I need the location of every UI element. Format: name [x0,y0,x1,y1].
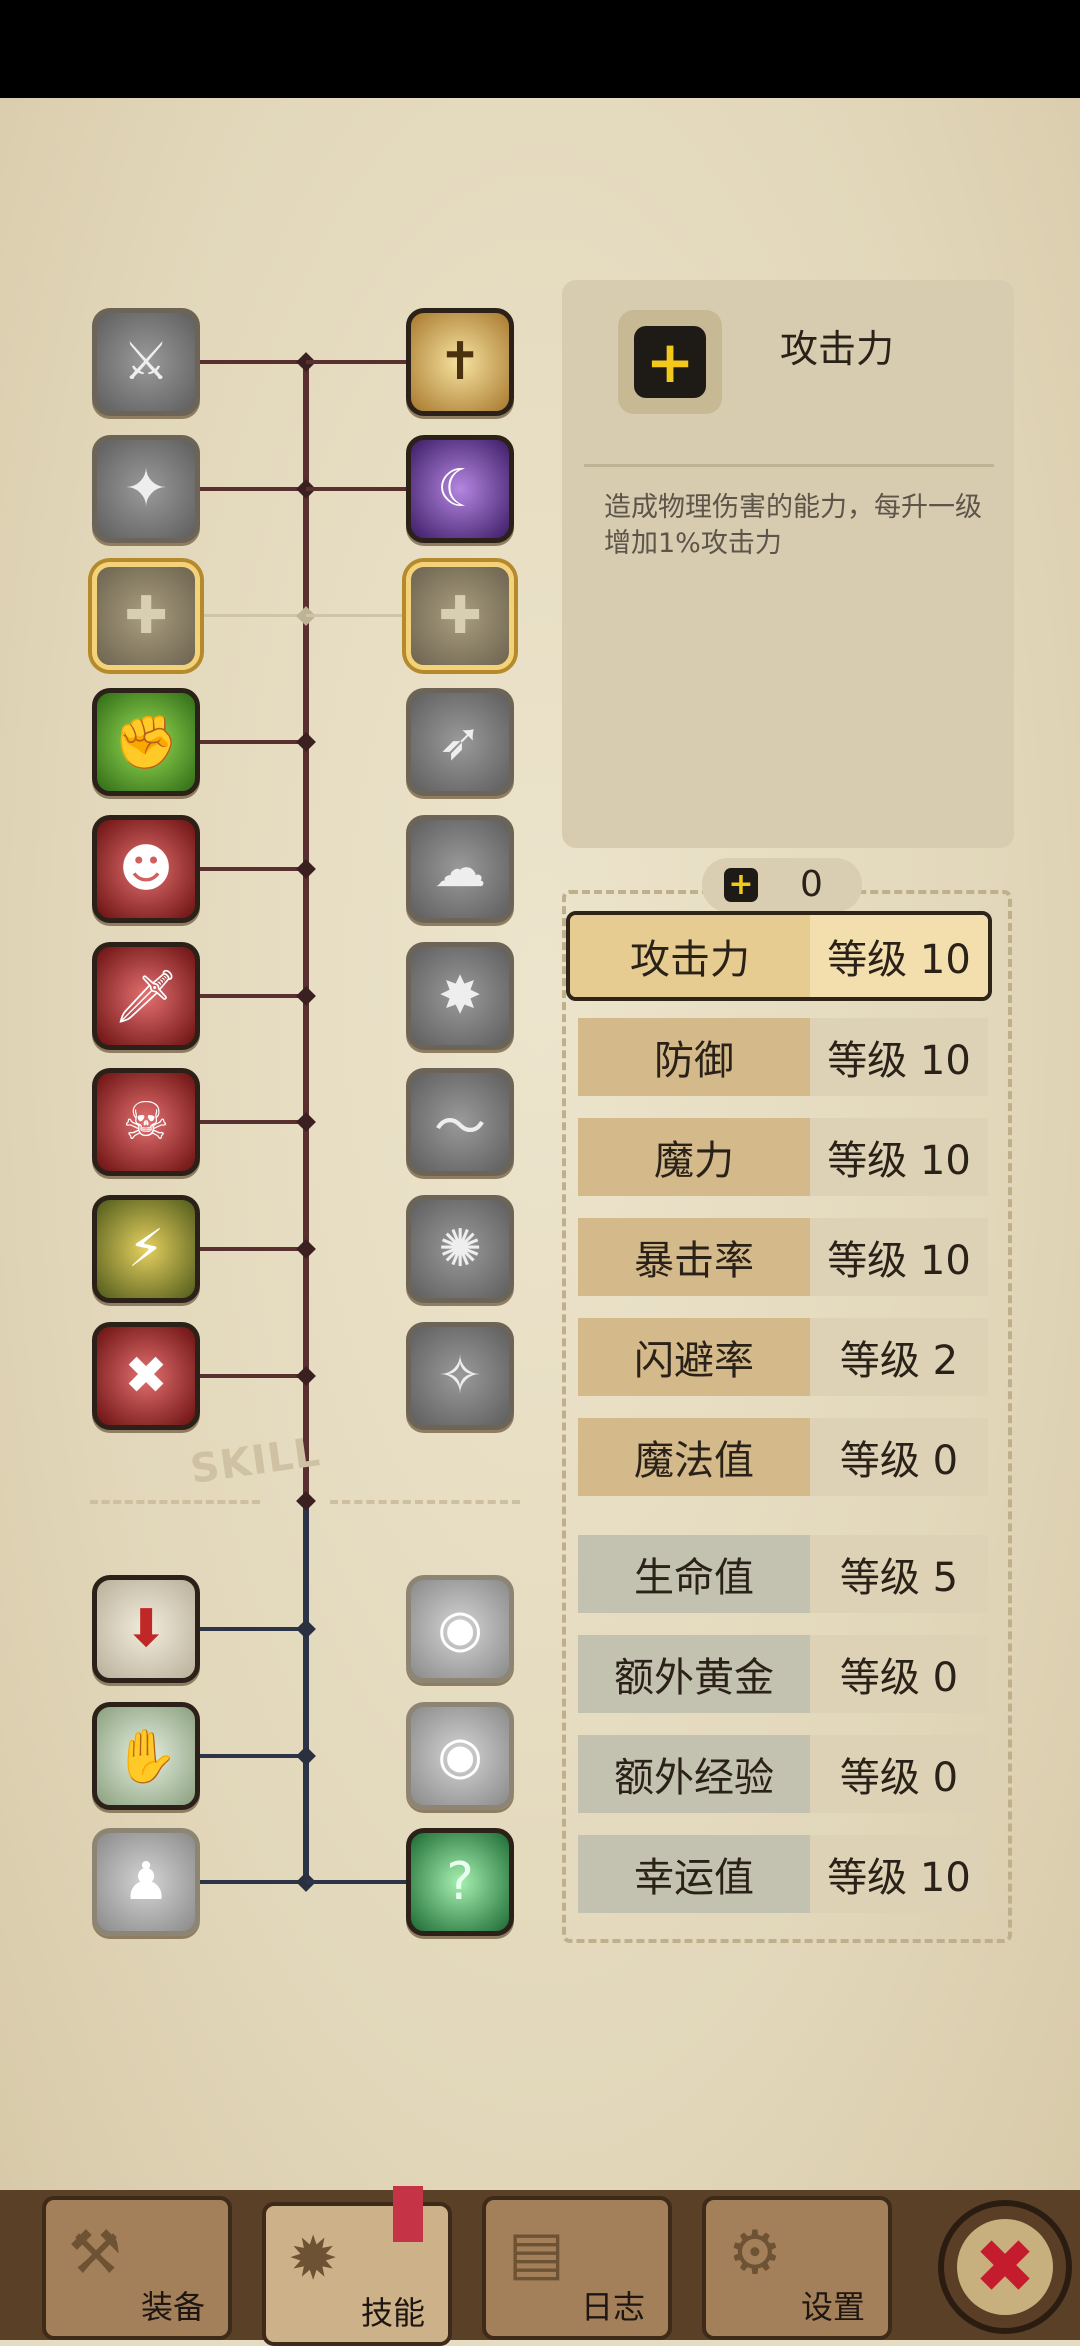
meditation-icon[interactable]: ☁ [406,815,514,923]
tab-label: 日志 [581,2288,646,2326]
tab-label: 装备 [141,2288,206,2326]
axe-icon: ⚒ [68,2218,122,2288]
close-button[interactable]: ✖ [938,2200,1072,2334]
dash-runner-icon[interactable]: ➶ [406,688,514,796]
ghost-figure-icon[interactable]: ♟ [92,1828,200,1936]
skill-divider-right [330,1500,520,1504]
skill-detail-title: 攻击力 [780,327,895,371]
eye-chest-icon[interactable]: ◉ [406,1575,514,1683]
burst-icon: ✹ [288,2224,339,2294]
stat-level: 等级 10 [810,1118,988,1196]
skill-detail-icon-frame: + [618,310,722,414]
tab-skills[interactable]: ✹ 技能 [262,2202,452,2346]
skill-detail-panel: + 攻击力 造成物理伤害的能力，每升一级增加1%攻击力 [562,280,1014,848]
stat-row[interactable]: 幸运值 等级 10 [578,1835,988,1913]
skill-branch-left [200,1247,304,1251]
stat-name: 防御 [578,1018,810,1096]
stat-row[interactable]: 额外经验 等级 0 [578,1735,988,1813]
stat-row[interactable]: 魔法值 等级 0 [578,1418,988,1496]
dodge-figure-icon[interactable]: ✦ [92,435,200,543]
close-icon: ✖ [957,2219,1053,2315]
skill-points-value: 0 [800,864,823,905]
skill-branch-left [200,614,304,617]
skill-tree-trunk-lower [303,1500,309,1885]
skill-detail-description: 造成物理伤害的能力，每升一级增加1%攻击力 [604,492,982,559]
treasure-chest-hand-icon[interactable]: ✋ [92,1702,200,1810]
stat-name: 幸运值 [578,1835,810,1913]
skill-detail-divider [584,464,994,467]
stat-name: 魔力 [578,1118,810,1196]
stat-row[interactable]: 闪避率 等级 2 [578,1318,988,1396]
skill-branch-left [200,1374,304,1378]
gear-icon: ⚙ [728,2218,782,2288]
skill-branch-right [306,1880,410,1884]
sparkle-figure-icon[interactable]: ✧ [406,1322,514,1430]
sword-wave-icon[interactable]: 〜 [406,1068,514,1176]
burst-rock-icon[interactable]: ✸ [406,942,514,1050]
skill-branch-left [200,1754,304,1758]
skill-points-badge: + 0 [702,858,862,912]
plus-icon: + [634,326,706,398]
skill-branch-left [200,994,304,998]
skill-branch-left [200,867,304,871]
lightning-warrior-icon[interactable]: ⚡ [92,1195,200,1303]
stat-level: 等级 10 [810,1018,988,1096]
stat-name: 攻击力 [570,915,810,997]
tab-label: 设置 [801,2288,866,2326]
tab-journal[interactable]: ▤ 日志 [482,2196,672,2340]
dagger-icon[interactable]: 🗡 [92,942,200,1050]
skill-branch-left [200,1627,304,1631]
eye-chest-icon[interactable]: ◉ [406,1702,514,1810]
stat-name: 额外经验 [578,1735,810,1813]
blade-slash-icon[interactable]: ⚔ [92,308,200,416]
stat-level: 等级 0 [810,1735,988,1813]
add-slot-icon[interactable]: ✚ [92,562,200,670]
stat-level: 等级 2 [810,1318,988,1396]
crossed-swords-icon[interactable]: ✖ [92,1322,200,1430]
stat-row[interactable]: 暴击率 等级 10 [578,1218,988,1296]
tab-settings[interactable]: ⚙ 设置 [702,2196,892,2340]
rage-warrior-icon[interactable]: ☻ [92,815,200,923]
skill-branch-left [200,360,304,364]
stat-level: 等级 10 [810,915,988,997]
stat-name: 暴击率 [578,1218,810,1296]
stat-row[interactable]: 攻击力 等级 10 [566,911,992,1001]
cross-shield-icon[interactable]: ✝ [406,308,514,416]
stat-row[interactable]: 额外黄金 等级 0 [578,1635,988,1713]
stat-row[interactable]: 生命值 等级 5 [578,1535,988,1613]
skill-tree-trunk-upper [303,355,309,1500]
stat-level: 等级 5 [810,1535,988,1613]
stat-level: 等级 10 [810,1218,988,1296]
stat-name: 生命值 [578,1535,810,1613]
stat-name: 闪避率 [578,1318,810,1396]
stat-level: 等级 0 [810,1635,988,1713]
status-bar [0,0,1080,98]
stat-level: 等级 0 [810,1418,988,1496]
add-slot-icon[interactable]: ✚ [406,562,514,670]
tab-equipment[interactable]: ⚒ 装备 [42,2196,232,2340]
skill-branch-left [200,1880,304,1884]
skill-branch-right [306,614,410,617]
mystery-figure-icon[interactable]: ? [406,1828,514,1936]
skill-branch-left [200,1120,304,1124]
skill-divider-left [90,1500,260,1504]
stat-name: 额外黄金 [578,1635,810,1713]
tab-label: 技能 [361,2294,426,2332]
plus-icon: + [724,868,758,902]
book-icon: ▤ [508,2218,565,2288]
skill-branch-right [306,487,410,491]
treasure-drop-icon[interactable]: ⬇ [92,1575,200,1683]
explosion-icon[interactable]: ✺ [406,1195,514,1303]
stat-level: 等级 10 [810,1835,988,1913]
skill-branch-left [200,740,304,744]
skill-branch-left [200,487,304,491]
dark-mage-icon[interactable]: ☾ [406,435,514,543]
stat-row[interactable]: 防御 等级 10 [578,1018,988,1096]
shadow-ninja-icon[interactable]: ☠ [92,1068,200,1176]
stat-row[interactable]: 魔力 等级 10 [578,1118,988,1196]
skill-branch-right [306,360,410,364]
active-tab-bookmark [393,2186,423,2242]
stat-name: 魔法值 [578,1418,810,1496]
muscle-arm-icon[interactable]: ✊ [92,688,200,796]
